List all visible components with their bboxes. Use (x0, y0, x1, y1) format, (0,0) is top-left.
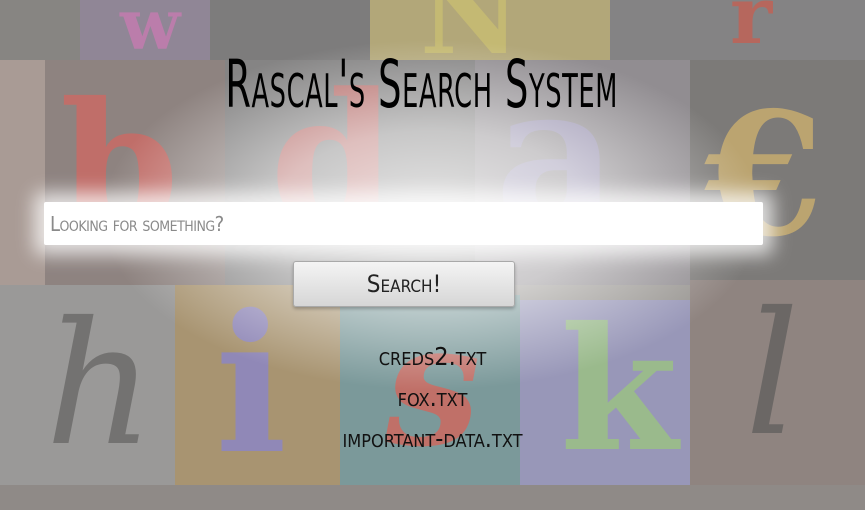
search-button[interactable]: Search! (293, 261, 515, 307)
result-link-fox[interactable]: fox.txt (398, 383, 468, 412)
result-link-creds2[interactable]: creds2.txt (379, 342, 487, 371)
result-link-important-data[interactable]: important-data.txt (343, 424, 523, 453)
result-item: creds2.txt (0, 336, 865, 377)
search-input[interactable] (44, 202, 763, 245)
page-title: Rascal's Search System (225, 46, 619, 123)
result-item: fox.txt (0, 377, 865, 418)
page: w N r b d a € h i s k l Rascal's Search … (0, 0, 865, 510)
results-list: creds2.txt fox.txt important-data.txt (0, 336, 865, 459)
result-item: important-data.txt (0, 418, 865, 459)
